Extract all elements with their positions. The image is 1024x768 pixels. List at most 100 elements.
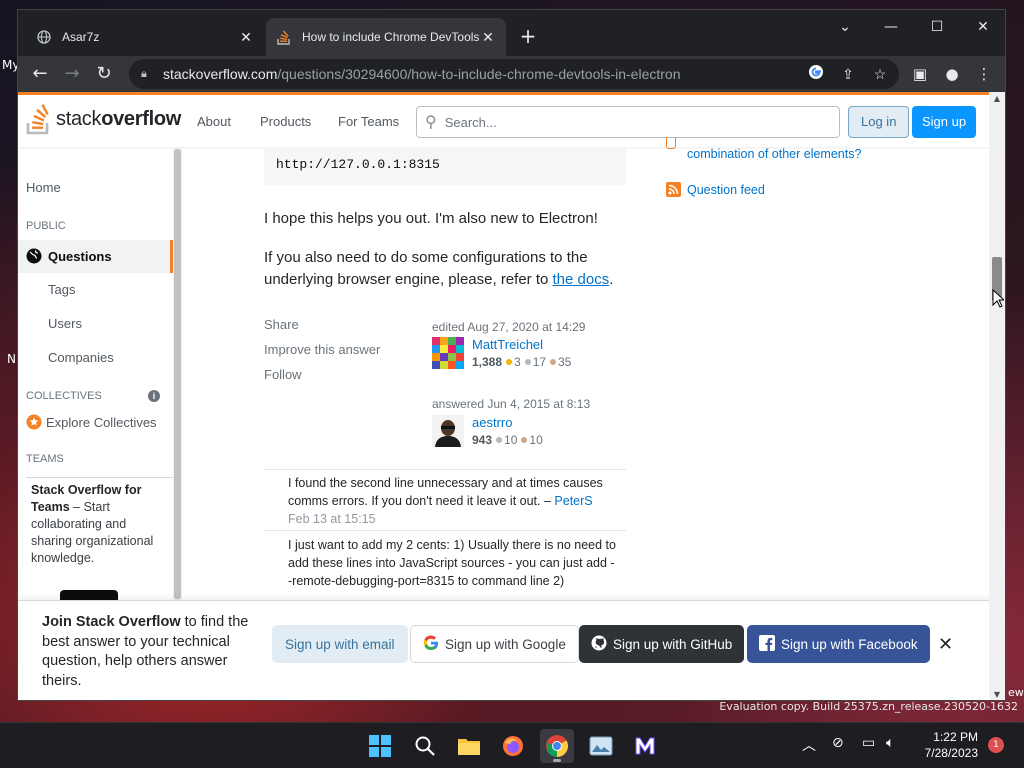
back-icon[interactable]: ← — [26, 60, 54, 88]
edited-timestamp[interactable]: edited Aug 27, 2020 at 14:29 — [432, 320, 585, 334]
signup-button[interactable]: Sign up — [912, 106, 977, 138]
bronze-badge-icon — [521, 437, 528, 443]
signup-github-button[interactable]: Sign up with GitHub — [579, 625, 745, 663]
scroll-down-icon[interactable]: ▼ — [989, 688, 1005, 700]
bookmark-star-icon[interactable]: ☆ — [869, 64, 891, 84]
reputation-score: 1,388 — [472, 355, 503, 369]
rss-feed-icon[interactable] — [666, 182, 681, 197]
start-button[interactable] — [363, 729, 397, 763]
comment: I found the second line unnecessary and … — [288, 474, 618, 528]
evaluation-watermark: Evaluation copy. Build 25375.zn_release.… — [719, 700, 1018, 713]
tab-asar7z[interactable]: Asar7z ✕ — [26, 18, 264, 56]
comment-date[interactable]: Feb 13 at 15:15 — [288, 512, 376, 526]
notification-badge[interactable]: 1 — [988, 737, 1004, 753]
github-icon — [591, 635, 607, 654]
signup-email-button[interactable]: Sign up with email — [272, 625, 408, 663]
share-link[interactable]: Share — [264, 317, 299, 332]
google-icon[interactable] — [805, 64, 827, 84]
active-app-indicator — [553, 759, 561, 762]
so-wordmark-b: overflow — [101, 108, 182, 130]
login-button[interactable]: Log in — [848, 106, 910, 138]
signup-facebook-button[interactable]: Sign up with Facebook — [747, 625, 930, 663]
silver-badge-count: 17 — [532, 355, 547, 369]
signup-google-button[interactable]: Sign up with Google — [410, 625, 579, 663]
bronze-badge-count: 35 — [558, 355, 572, 369]
chrome-button[interactable] — [540, 729, 574, 763]
tab-title: How to include Chrome DevTools in Electr… — [302, 30, 480, 44]
avatar[interactable] — [432, 337, 464, 369]
sidebar-item-home[interactable]: Home — [26, 180, 61, 195]
sidebar-section-public: PUBLIC — [26, 220, 66, 232]
mouse-cursor-icon — [992, 289, 1004, 308]
sidebar-item-questions[interactable]: Questions — [26, 248, 112, 264]
editor-name[interactable]: MattTreichel — [472, 337, 543, 352]
photos-button[interactable] — [584, 729, 618, 763]
browser-toolbar: ← → ↻ 🔒︎ stackoverflow.com/questions/302… — [18, 56, 1005, 92]
volume-icon[interactable]: 🔈︎ — [886, 735, 894, 751]
scroll-up-icon[interactable]: ▲ — [989, 92, 1005, 106]
linked-question[interactable]: combination of other elements? — [687, 147, 861, 161]
sidebar-item-explore-collectives[interactable]: Explore Collectives — [26, 414, 157, 430]
minimize-icon[interactable]: — — [868, 14, 914, 40]
desktop-icon-label: N — [7, 352, 16, 366]
sidebar-item-tags[interactable]: Tags — [48, 282, 75, 297]
sidebar-item-companies[interactable]: Companies — [48, 350, 114, 365]
maximize-icon[interactable]: ☐ — [914, 14, 960, 40]
nav-products[interactable]: Products — [260, 114, 311, 129]
forward-icon[interactable]: → — [58, 60, 86, 88]
nav-about[interactable]: About — [197, 114, 231, 129]
gold-badge-icon — [506, 359, 513, 365]
firefox-button[interactable] — [496, 729, 530, 763]
menu-icon[interactable]: ⋮ — [970, 60, 998, 88]
bronze-badge-icon — [550, 359, 557, 365]
chevron-up-icon[interactable]: ︿ — [802, 735, 816, 755]
profile-icon[interactable]: ● — [938, 60, 966, 88]
join-banner-text: Join Stack Overflow to find the best ans… — [42, 613, 268, 691]
display-icon[interactable]: ▭ — [862, 735, 875, 751]
clock-time: 1:22 PM — [933, 730, 978, 744]
network-icon[interactable]: ⊘ — [832, 735, 844, 751]
chrome-icon — [546, 735, 568, 757]
app-m-button[interactable] — [628, 729, 662, 763]
share-icon[interactable]: ⇪ — [837, 64, 859, 84]
windows-icon — [369, 735, 391, 757]
facebook-icon — [759, 634, 775, 654]
close-icon[interactable]: ✕ — [238, 29, 254, 46]
so-logo[interactable]: stackoverflow — [26, 103, 181, 135]
m-app-icon — [635, 737, 655, 755]
side-panel-icon[interactable]: ▣ — [906, 60, 934, 88]
comment-user[interactable]: PeterS — [554, 494, 592, 508]
gold-badge-count: 3 — [514, 355, 521, 369]
scroll-thumb[interactable] — [174, 149, 181, 599]
docs-link[interactable]: the docs — [553, 271, 610, 288]
globe-icon — [26, 248, 42, 264]
file-explorer-button[interactable] — [452, 729, 486, 763]
system-clock[interactable]: 1:22 PM 7/28/2023 — [918, 729, 978, 761]
reload-icon[interactable]: ↻ — [90, 60, 118, 88]
omnibox-actions: ⇪ ☆ — [805, 64, 891, 84]
tab-stackoverflow[interactable]: How to include Chrome DevTools in Electr… — [266, 18, 506, 56]
close-icon[interactable]: ✕ — [938, 634, 953, 655]
chrome-window: Asar7z ✕ How to include Chrome DevTools … — [17, 9, 1006, 701]
author-name[interactable]: aestrro — [472, 415, 512, 430]
answer-text: . — [609, 271, 614, 288]
sidebar-item-users[interactable]: Users — [48, 316, 82, 331]
avatar[interactable] — [432, 415, 464, 447]
info-icon[interactable]: i — [148, 390, 160, 402]
page-scrollbar[interactable]: ▲ ▼ — [989, 92, 1005, 700]
tab-search-icon[interactable]: ⌄ — [822, 14, 868, 40]
tab-bar: Asar7z ✕ How to include Chrome DevTools … — [18, 10, 1005, 56]
stackoverflow-icon — [276, 29, 292, 45]
close-window-icon[interactable]: ✕ — [960, 14, 1005, 40]
improve-answer-link[interactable]: Improve this answer — [264, 342, 380, 357]
url-host: stackoverflow.com — [163, 66, 278, 82]
address-bar[interactable]: 🔒︎ stackoverflow.com/questions/30294600/… — [129, 59, 899, 89]
search-input[interactable] — [444, 114, 825, 130]
follow-link[interactable]: Follow — [264, 367, 302, 382]
nav-for-teams[interactable]: For Teams — [338, 114, 399, 129]
so-search-box[interactable]: ⚲ — [416, 106, 840, 138]
new-tab-icon[interactable]: + — [516, 24, 540, 48]
question-feed-link[interactable]: Question feed — [687, 183, 765, 197]
search-button[interactable] — [408, 729, 442, 763]
close-icon[interactable]: ✕ — [480, 29, 496, 46]
